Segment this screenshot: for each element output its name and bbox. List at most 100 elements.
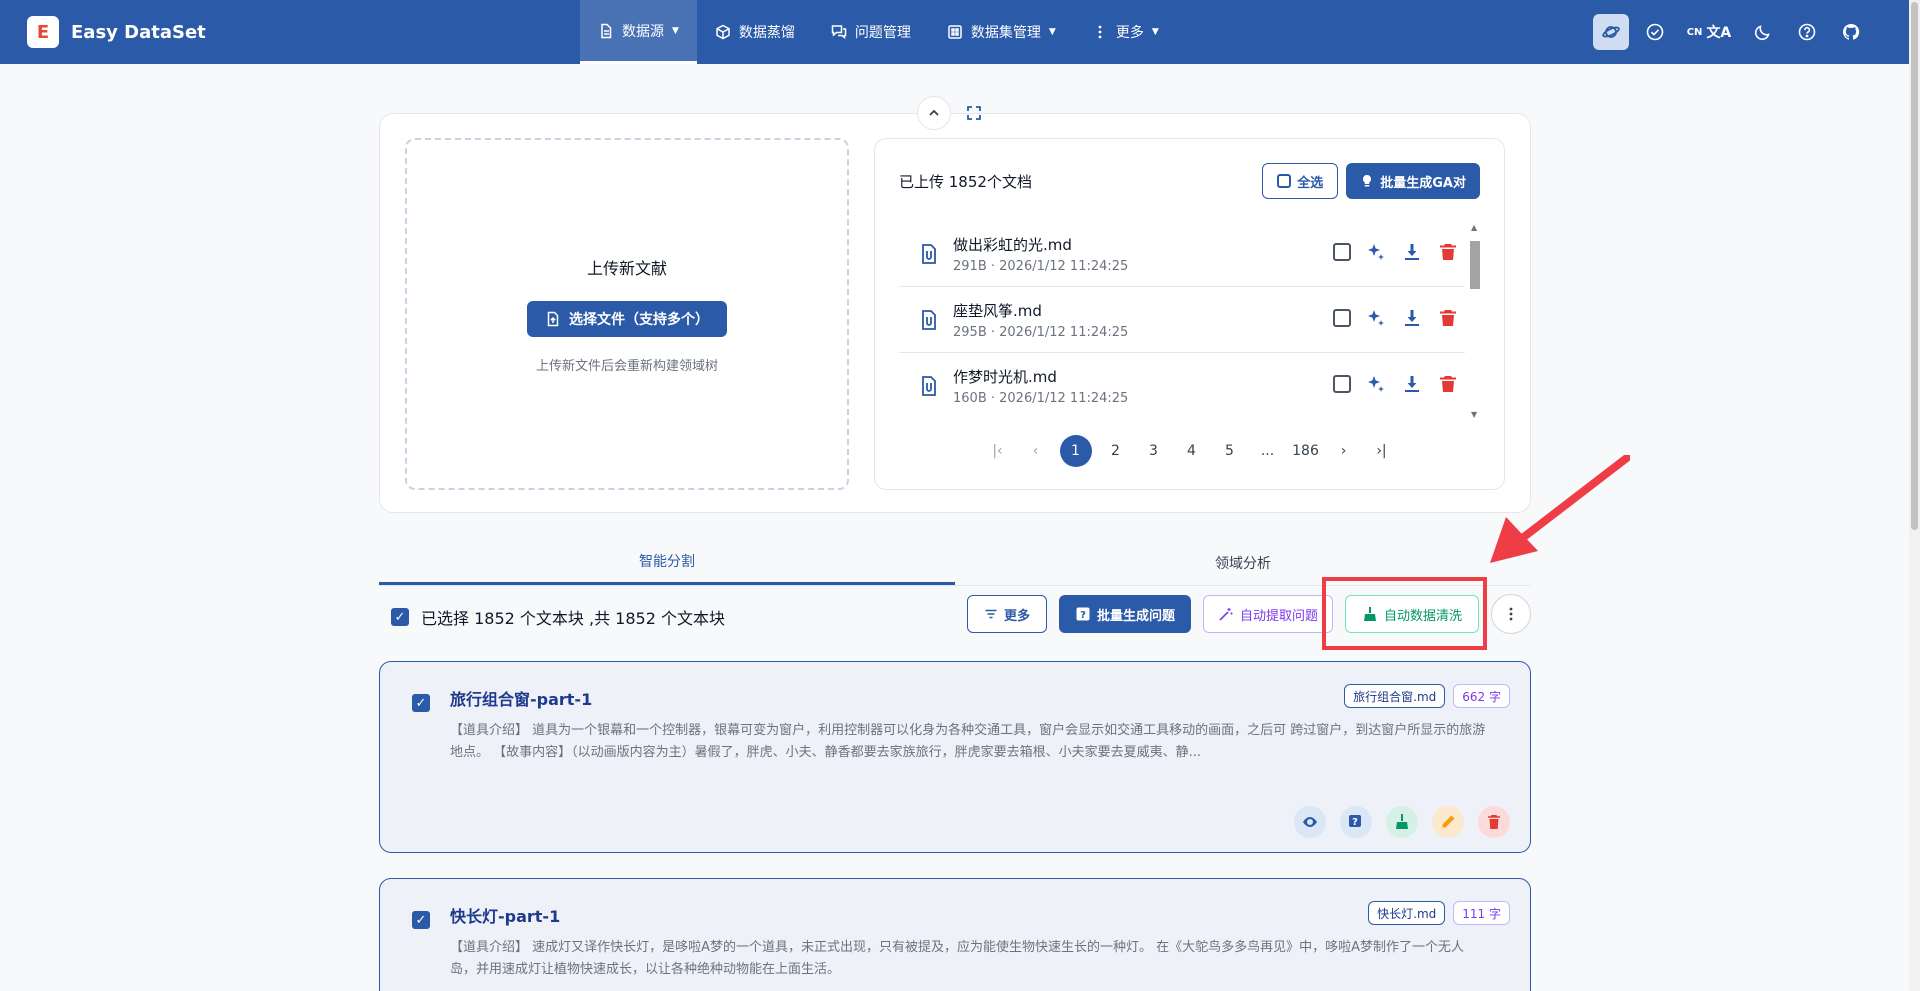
cube-icon	[716, 24, 730, 40]
page-button[interactable]: 5	[1216, 435, 1244, 467]
file-list: 做出彩虹的光.md 291B · 2026/1/12 11:24:25 座垫风筝…	[899, 221, 1465, 419]
page-button[interactable]: 2	[1102, 435, 1130, 467]
page-button[interactable]: 4	[1178, 435, 1206, 467]
chevron-up-icon	[929, 109, 939, 116]
download-icon[interactable]	[1401, 307, 1423, 329]
upload-note: 上传新文件后会重新构建领域树	[535, 358, 718, 374]
collapse-button[interactable]	[917, 96, 951, 130]
select-files-label: 选择文件（支持多个）	[569, 311, 709, 328]
toolbar-more-options[interactable]	[1491, 594, 1531, 634]
scrollbar-thumb[interactable]	[1911, 2, 1918, 530]
model-button[interactable]	[1593, 14, 1629, 50]
tasks-button[interactable]	[1637, 14, 1673, 50]
file-name[interactable]: 座垫风筝.md	[953, 300, 1128, 321]
planet-icon	[1602, 26, 1620, 38]
clean-button[interactable]	[1386, 806, 1418, 838]
app-name: Easy DataSet	[71, 21, 206, 43]
brand[interactable]: E Easy DataSet	[27, 16, 206, 48]
select-files-button[interactable]: 选择文件（支持多个）	[527, 300, 727, 337]
sparkle-icon[interactable]	[1365, 307, 1387, 329]
file-checkbox[interactable]	[1333, 375, 1351, 393]
download-icon[interactable]	[1401, 373, 1423, 395]
theme-toggle[interactable]	[1745, 14, 1781, 50]
question-box-icon: ?	[1076, 607, 1090, 621]
page-scrollbar[interactable]	[1909, 0, 1920, 991]
select-all-checkbox[interactable]: ✓	[391, 608, 409, 626]
chunk-title[interactable]: 旅行组合窗-part-1	[450, 686, 592, 710]
generate-questions-button[interactable]: ?	[1340, 806, 1372, 838]
file-tag: 旅行组合窗.md	[1344, 684, 1446, 708]
chunk-text: 【道具介绍】 道具为一个银幕和一个控制器，银幕可变为窗户，利用控制器可以化身为各…	[450, 723, 1486, 760]
delete-icon	[1488, 815, 1500, 829]
file-checkbox[interactable]	[1333, 309, 1351, 327]
edit-button[interactable]	[1432, 806, 1464, 838]
page-ellipsis: ...	[1260, 443, 1275, 459]
file-count: 已上传 1852个文档	[899, 173, 1032, 191]
nav-item-more[interactable]: 更多 ▼	[1074, 0, 1177, 64]
lang-code: CN	[1686, 26, 1703, 38]
file-name[interactable]: 作梦时光机.md	[953, 366, 1128, 387]
file-list-scrollbar[interactable]: ▲ ▼	[1470, 223, 1480, 419]
next-page-icon[interactable]: ›	[1330, 435, 1358, 467]
file-row[interactable]: 座垫风筝.md 295B · 2026/1/12 11:24:25	[899, 287, 1465, 353]
delete-icon[interactable]	[1437, 241, 1459, 263]
file-list-panel: 已上传 1852个文档 全选 批量生成GA对 做出彩虹的光.md 291B · …	[874, 138, 1505, 490]
first-page-icon[interactable]: |‹	[984, 435, 1012, 467]
check-circle-icon	[1646, 23, 1664, 41]
fullscreen-button[interactable]	[957, 96, 991, 130]
upload-card: 上传新文献 选择文件（支持多个） 上传新文件后会重新构建领域树 已上传 1852…	[379, 113, 1531, 513]
language-button[interactable]: CN 文A	[1681, 14, 1737, 50]
help-button[interactable]	[1789, 14, 1825, 50]
nav-item-data-source[interactable]: 数据源 ▼	[580, 0, 697, 64]
caret-down-icon: ▼	[1151, 27, 1159, 37]
view-button[interactable]	[1294, 806, 1326, 838]
sparkle-icon[interactable]	[1365, 373, 1387, 395]
batch-generate-questions-button[interactable]: ? 批量生成问题	[1058, 595, 1191, 633]
github-button[interactable]	[1833, 14, 1869, 50]
selection-summary: ✓ 已选择 1852 个文本块 ,共 1852 个文本块	[391, 605, 725, 629]
delete-button[interactable]	[1478, 806, 1510, 838]
scrollbar-thumb[interactable]	[1470, 241, 1480, 289]
caret-down-icon: ▼	[1048, 27, 1056, 37]
prev-page-icon[interactable]: ‹	[1022, 435, 1050, 467]
file-row[interactable]: 作梦时光机.md 160B · 2026/1/12 11:24:25	[899, 353, 1465, 419]
upload-dropzone[interactable]: 上传新文献 选择文件（支持多个） 上传新文件后会重新构建领域树	[405, 138, 849, 490]
delete-icon[interactable]	[1437, 307, 1459, 329]
chunk-title[interactable]: 快长灯-part-1	[450, 903, 560, 927]
file-name[interactable]: 做出彩虹的光.md	[953, 234, 1128, 255]
chunk-checkbox[interactable]: ✓	[412, 694, 430, 712]
document-icon	[601, 23, 612, 38]
chunk-card[interactable]: ✓ 快长灯-part-1 快长灯.md 111 字 【道具介绍】 速成灯又译作快…	[379, 878, 1531, 991]
help-icon	[1798, 23, 1816, 41]
select-all-button[interactable]: 全选	[1262, 163, 1339, 199]
scroll-down-icon[interactable]: ▼	[1471, 410, 1477, 419]
sparkle-icon[interactable]	[1365, 241, 1387, 263]
file-checkbox[interactable]	[1333, 243, 1351, 261]
file-upload-icon	[547, 311, 559, 326]
filter-icon	[985, 609, 997, 619]
download-icon[interactable]	[1401, 241, 1423, 263]
nav-item-datasets[interactable]: 数据集管理 ▼	[929, 0, 1074, 64]
page-button[interactable]: 3	[1140, 435, 1168, 467]
delete-icon[interactable]	[1437, 373, 1459, 395]
tab-smart-split[interactable]: 智能分割	[379, 540, 955, 585]
file-row[interactable]: 做出彩虹的光.md 291B · 2026/1/12 11:24:25	[899, 221, 1465, 287]
last-page-icon[interactable]: ›|	[1368, 435, 1396, 467]
chunk-card[interactable]: ✓ 旅行组合窗-part-1 旅行组合窗.md 662 字 【道具介绍】 道具为…	[379, 661, 1531, 853]
highlight-box	[1322, 577, 1487, 650]
chat-icon	[831, 25, 847, 40]
broom-icon	[1396, 814, 1408, 829]
page-button[interactable]: 1	[1059, 435, 1092, 467]
eye-icon	[1303, 817, 1317, 827]
file-meta: 291B · 2026/1/12 11:24:25	[953, 258, 1129, 274]
nav-item-questions[interactable]: 问题管理	[813, 0, 929, 64]
nav-item-distill[interactable]: 数据蒸馏	[697, 0, 813, 64]
batch-questions-label: 批量生成问题	[1096, 608, 1175, 624]
page-button[interactable]: 186	[1292, 435, 1320, 467]
batch-ga-button[interactable]: 批量生成GA对	[1346, 163, 1480, 199]
chunk-checkbox[interactable]: ✓	[412, 911, 430, 929]
bulb-icon	[1363, 174, 1372, 187]
scroll-up-icon[interactable]: ▲	[1471, 223, 1477, 232]
more-filter-button[interactable]: 更多	[966, 595, 1047, 633]
auto-extract-questions-button[interactable]: 自动提取问题	[1202, 595, 1333, 633]
